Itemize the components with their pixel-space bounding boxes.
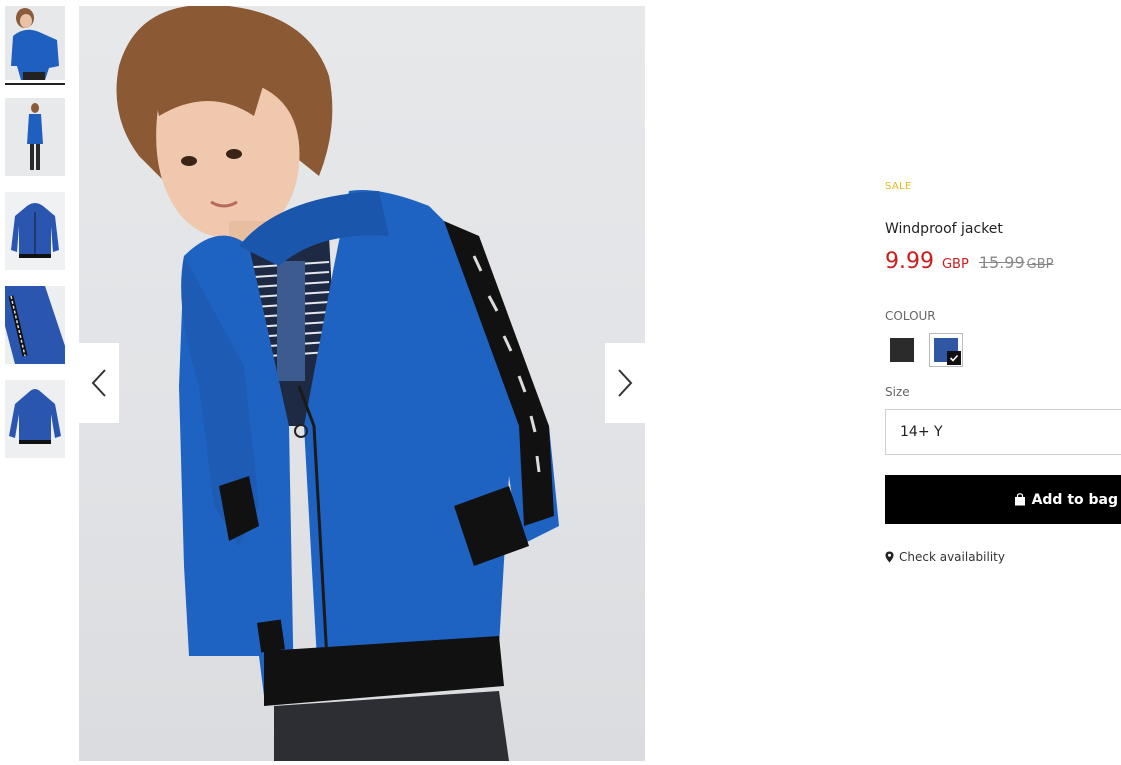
thumbnail-side-model[interactable] bbox=[5, 98, 65, 176]
product-photo bbox=[116, 6, 559, 761]
thumbnail-image bbox=[5, 6, 65, 80]
thumbnail-front-model[interactable] bbox=[5, 6, 65, 80]
colour-swatch-black[interactable] bbox=[885, 333, 919, 367]
thumbnail-list bbox=[5, 6, 65, 474]
colour-swatches bbox=[885, 333, 963, 367]
check-availability-link[interactable]: Check availability bbox=[885, 550, 1005, 564]
chevron-left-icon bbox=[91, 369, 106, 397]
size-label: Size bbox=[885, 385, 910, 399]
add-to-bag-button[interactable]: Add to bag bbox=[885, 475, 1121, 524]
shopping-bag-icon bbox=[1014, 493, 1025, 506]
thumbnail-flat-front[interactable] bbox=[5, 192, 65, 270]
active-thumbnail-indicator bbox=[5, 83, 65, 85]
sale-badge: SALE bbox=[885, 181, 912, 192]
size-selected-value: 14+ Y bbox=[900, 424, 943, 440]
thumbnail-sleeve-detail[interactable] bbox=[5, 286, 65, 364]
thumbnail-image bbox=[5, 286, 65, 364]
chevron-right-icon bbox=[618, 369, 633, 397]
checkmark-icon bbox=[947, 351, 961, 365]
map-pin-icon bbox=[885, 551, 894, 563]
thumbnail-flat-back[interactable] bbox=[5, 380, 65, 458]
size-select[interactable]: 14+ Y bbox=[885, 409, 1121, 455]
thumbnail-image bbox=[5, 98, 65, 176]
product-title: Windproof jacket bbox=[885, 221, 1003, 237]
original-price: 15.99 bbox=[978, 253, 1025, 272]
add-to-bag-label: Add to bag bbox=[1031, 491, 1118, 508]
colour-swatch-blue[interactable] bbox=[929, 333, 963, 367]
thumbnail-image bbox=[5, 380, 65, 458]
price-row: 9.99 GBP 15.99 GBP bbox=[885, 249, 1053, 274]
swatch-chip bbox=[890, 338, 914, 362]
next-image-button[interactable] bbox=[605, 343, 645, 423]
thumbnail-image bbox=[5, 192, 65, 270]
sale-price: 9.99 bbox=[885, 249, 934, 274]
sale-price-currency: GBP bbox=[941, 257, 969, 272]
original-price-currency: GBP bbox=[1026, 257, 1054, 272]
main-product-image bbox=[79, 6, 645, 761]
colour-label: COLOUR bbox=[885, 309, 936, 323]
check-availability-label: Check availability bbox=[899, 550, 1005, 564]
previous-image-button[interactable] bbox=[79, 343, 119, 423]
